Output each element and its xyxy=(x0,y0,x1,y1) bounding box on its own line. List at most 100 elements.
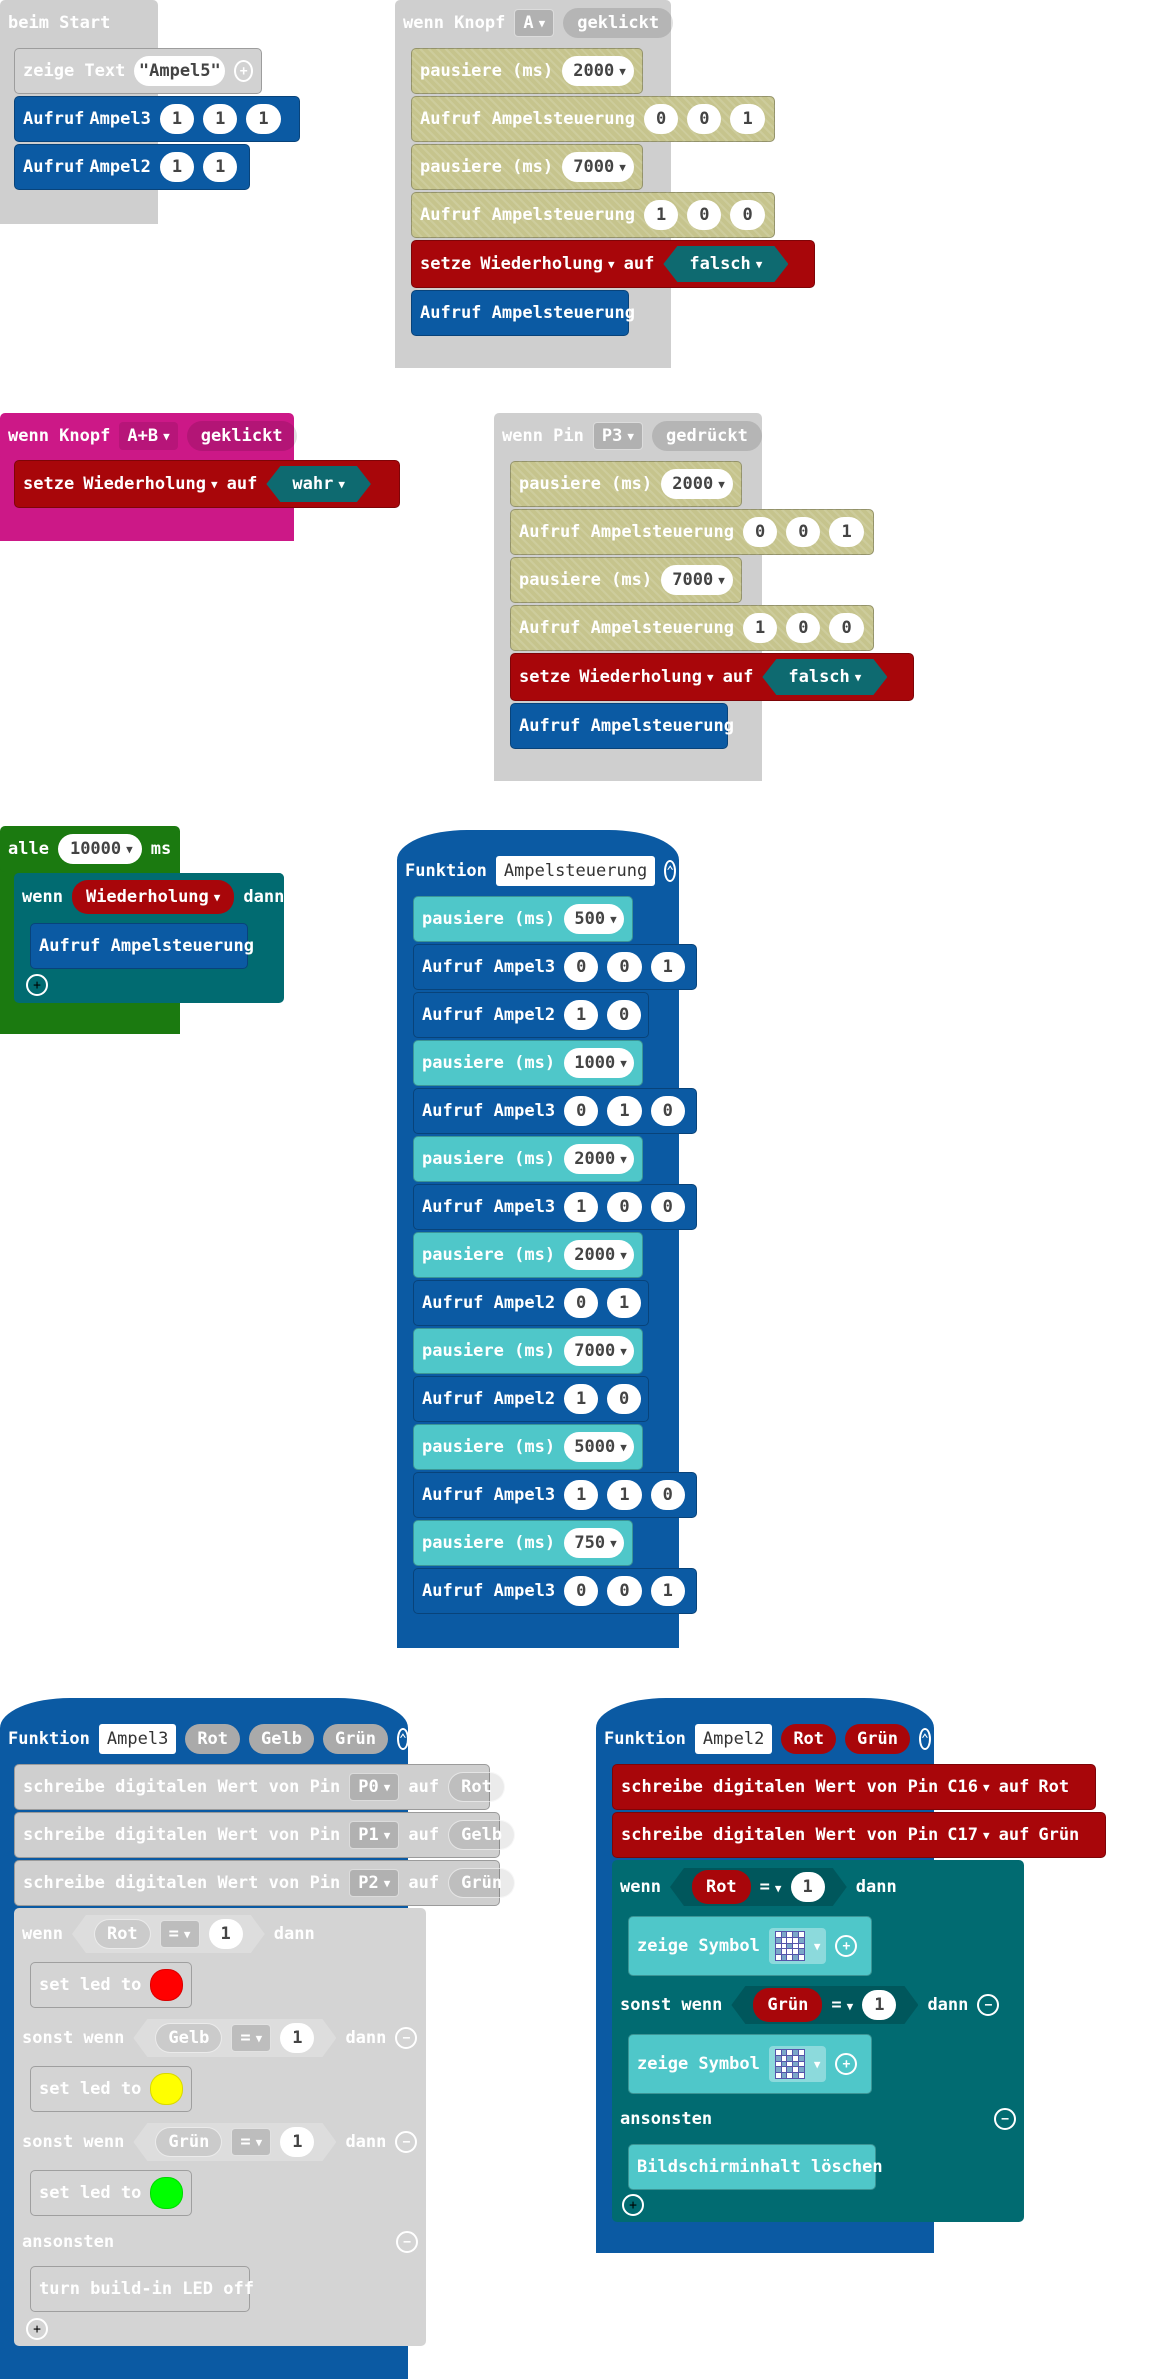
pause-duration-dropdown[interactable]: 750 ▼ xyxy=(564,1528,624,1558)
button-dropdown[interactable]: A ▼ xyxy=(514,9,555,37)
pin-dropdown[interactable]: P0 ▼ xyxy=(349,1773,400,1801)
argument-value[interactable]: 0 xyxy=(687,200,722,230)
pin-dropdown[interactable]: C16 ▼ xyxy=(947,1777,989,1797)
operator-dropdown[interactable]: = ▼ xyxy=(760,1877,782,1897)
argument-value[interactable]: 0 xyxy=(829,613,864,643)
function-name-field[interactable]: Ampelsteuerung xyxy=(495,856,656,886)
digital-write-block[interactable]: schreibe digitalen Wert von Pin P2 ▼ auf … xyxy=(14,1860,516,1906)
argument-value[interactable]: 1 xyxy=(564,1192,599,1222)
pause-duration-dropdown[interactable]: 2000 ▼ xyxy=(564,1240,634,1270)
argument-value[interactable]: 0 xyxy=(564,1576,599,1606)
call-ampel2-block[interactable]: Aufruf Ampel2 1 1 xyxy=(14,144,250,190)
pause-block[interactable]: pausiere (ms) 7000 ▼ xyxy=(411,144,643,190)
button-ab-header[interactable]: wenn Knopf A+B ▼ geklickt xyxy=(0,413,297,459)
param-reporter[interactable]: Grün xyxy=(155,2127,222,2157)
pin-dropdown[interactable]: P2 ▼ xyxy=(349,1869,400,1897)
argument-value[interactable]: 0 xyxy=(564,1096,599,1126)
add-else-icon[interactable]: + xyxy=(26,974,48,996)
param-reporter[interactable]: Grün xyxy=(1038,1825,1079,1845)
set-variable-block[interactable]: setze Wiederholung ▼ auf wahr ▼ xyxy=(14,460,400,508)
compare-expression[interactable]: Rot = ▼ 1 xyxy=(72,1915,265,1953)
pause-duration-dropdown[interactable]: 7000 ▼ xyxy=(564,1336,634,1366)
event-pill[interactable]: geklickt xyxy=(186,421,297,451)
boolean-dropdown[interactable]: falsch ▼ xyxy=(663,246,788,282)
function-ampel2-header[interactable]: Funktion Ampel2 Rot Grün ⌃ xyxy=(596,1716,934,1762)
argument-value[interactable]: 0 xyxy=(643,104,679,134)
function-ampel3-header[interactable]: Funktion Ampel3 Rot Gelb Grün ⌃ xyxy=(0,1716,409,1762)
if-header[interactable]: wenn Rot = ▼ 1 dann xyxy=(14,1908,426,1960)
compare-expression[interactable]: Rot = ▼ 1 xyxy=(670,1868,847,1906)
compare-expression[interactable]: Grün = ▼ 1 xyxy=(133,2123,336,2161)
argument-value[interactable]: 1 xyxy=(564,1000,599,1030)
add-else-icon[interactable]: + xyxy=(26,2318,48,2340)
variable-dropdown[interactable]: Wiederholung ▼ xyxy=(579,667,713,687)
call-ampelsteuerung-block[interactable]: Aufruf Ampelsteuerung xyxy=(411,290,635,336)
set-led-block[interactable]: set led to xyxy=(30,2066,192,2112)
argument-value[interactable]: 1 xyxy=(564,1480,599,1510)
pause-duration-dropdown[interactable]: 1000 ▼ xyxy=(564,1048,634,1078)
if-header[interactable]: wenn Wiederholung ▼ dann xyxy=(14,873,284,921)
argument-value[interactable]: 1 xyxy=(159,152,195,182)
else-header[interactable]: ansonsten − xyxy=(14,2220,426,2264)
param-reporter[interactable]: Rot xyxy=(94,1919,151,1949)
compare-value[interactable]: 1 xyxy=(862,1990,896,2020)
show-symbol-block[interactable]: zeige Symbol ▼ + xyxy=(628,2034,872,2094)
variable-reporter[interactable]: Wiederholung ▼ xyxy=(71,880,235,914)
button-a-header[interactable]: wenn Knopf A ▼ geklickt xyxy=(395,0,674,46)
on-start-header[interactable]: beim Start xyxy=(0,0,158,46)
call-ampelsteuerung-block[interactable]: Aufruf Ampelsteuerung 1 0 0 xyxy=(411,192,775,238)
pause-block[interactable]: pausiere (ms) 2000 ▼ xyxy=(413,1232,643,1278)
operator-dropdown[interactable]: = ▼ xyxy=(831,1995,853,2015)
argument-value[interactable]: 0 xyxy=(786,517,821,547)
color-swatch-yellow[interactable] xyxy=(150,2073,183,2105)
call-ampel3-block[interactable]: Aufruf Ampel3 1 1 1 xyxy=(14,96,300,142)
compare-value[interactable]: 1 xyxy=(280,2127,314,2157)
remove-branch-icon[interactable]: − xyxy=(396,2231,418,2253)
digital-write-block[interactable]: schreibe digitalen Wert von Pin C16 ▼ auf… xyxy=(612,1764,1096,1810)
remove-branch-icon[interactable]: − xyxy=(395,2027,418,2049)
argument-value[interactable]: 1 xyxy=(730,104,765,134)
param-reporter[interactable]: Rot xyxy=(448,1772,505,1802)
operator-dropdown[interactable]: = ▼ xyxy=(231,2024,271,2052)
elseif-header[interactable]: sonst wenn Grün = ▼ 1 dann − xyxy=(14,2116,426,2168)
argument-value[interactable]: 1 xyxy=(607,1096,642,1126)
argument-value[interactable]: 0 xyxy=(607,952,642,982)
argument-value[interactable]: 1 xyxy=(650,1576,685,1606)
pin-dropdown[interactable]: C17 ▼ xyxy=(947,1825,989,1845)
argument-value[interactable]: 0 xyxy=(730,200,765,230)
color-swatch-red[interactable] xyxy=(150,1969,183,2001)
argument-value[interactable]: 0 xyxy=(564,1288,599,1318)
compare-value[interactable]: 1 xyxy=(791,1872,825,1902)
param-gruen[interactable]: Grün xyxy=(845,1724,910,1754)
pause-block[interactable]: pausiere (ms) 2000 ▼ xyxy=(411,48,643,94)
argument-value[interactable]: 1 xyxy=(203,104,238,134)
variable-dropdown[interactable]: Wiederholung ▼ xyxy=(83,474,217,494)
compare-value[interactable]: 1 xyxy=(280,2023,314,2053)
led-off-block[interactable]: turn build-in LED off xyxy=(30,2266,254,2312)
set-variable-block[interactable]: setze Wiederholung ▼ auf falsch ▼ xyxy=(411,240,815,288)
call-ampelsteuerung-block[interactable]: Aufruf Ampelsteuerung xyxy=(510,703,734,749)
else-header[interactable]: ansonsten − xyxy=(612,2096,1024,2142)
pause-duration-dropdown[interactable]: 2000 ▼ xyxy=(562,56,634,86)
event-pill[interactable]: geklickt xyxy=(563,8,674,38)
pin-p3-header[interactable]: wenn Pin P3 ▼ gedrückt xyxy=(494,413,762,459)
argument-value[interactable]: 1 xyxy=(643,200,679,230)
pause-duration-dropdown[interactable]: 7000 ▼ xyxy=(562,152,634,182)
call-ampelsteuerung-block[interactable]: Aufruf Ampelsteuerung 1 0 0 xyxy=(510,605,874,651)
remove-branch-icon[interactable]: − xyxy=(994,2108,1016,2130)
pause-block[interactable]: pausiere (ms) 500 ▼ xyxy=(413,896,633,942)
pause-block[interactable]: pausiere (ms) 2000 ▼ xyxy=(510,461,742,507)
operator-dropdown[interactable]: = ▼ xyxy=(160,1920,200,1948)
argument-value[interactable]: 0 xyxy=(607,1384,642,1414)
pause-block[interactable]: pausiere (ms) 750 ▼ xyxy=(413,1520,633,1566)
pause-block[interactable]: pausiere (ms) 5000 ▼ xyxy=(413,1424,643,1470)
digital-write-block[interactable]: schreibe digitalen Wert von Pin P0 ▼ auf … xyxy=(14,1764,505,1810)
param-reporter[interactable]: Grün xyxy=(753,1988,822,2022)
add-else-icon[interactable]: + xyxy=(622,2194,644,2216)
symbol-picker[interactable]: ▼ xyxy=(768,2046,827,2082)
call-ampelsteuerung-block[interactable]: Aufruf Ampelsteuerung xyxy=(30,923,254,969)
pin-dropdown[interactable]: P3 ▼ xyxy=(592,422,643,450)
pause-duration-dropdown[interactable]: 2000 ▼ xyxy=(661,469,733,499)
param-reporter[interactable]: Rot xyxy=(692,1870,751,1904)
compare-expression[interactable]: Gelb = ▼ 1 xyxy=(133,2019,336,2057)
